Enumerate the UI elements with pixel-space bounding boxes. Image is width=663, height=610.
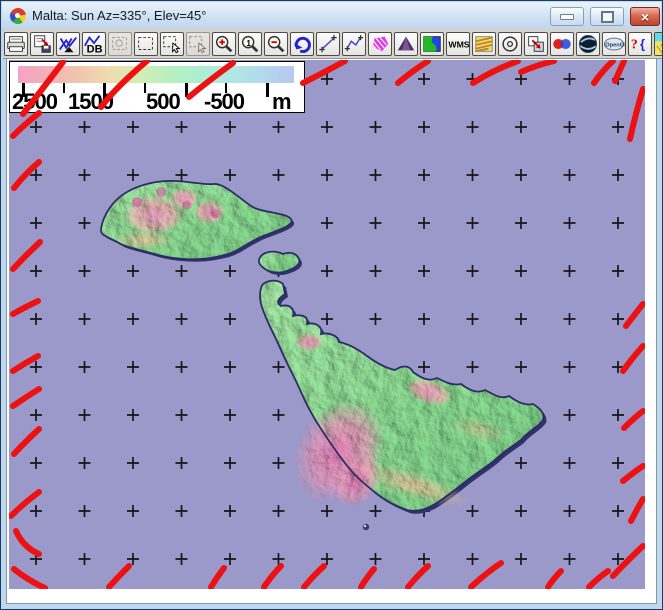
print-icon xyxy=(5,33,27,55)
svg-text:DB: DB xyxy=(87,43,103,55)
toolbar: DB1WMSOpenGL?{ xyxy=(3,29,662,59)
select-pointer-button[interactable] xyxy=(160,31,184,56)
anaglyph-3d-icon xyxy=(551,33,573,55)
load-terrain-icon xyxy=(57,33,79,55)
legend-label-1500: 1500 xyxy=(68,89,114,114)
filfla-island xyxy=(362,523,370,531)
select-box-button[interactable] xyxy=(134,31,158,56)
texture-overlay-button[interactable] xyxy=(472,31,496,56)
select-pointer-alt-button xyxy=(186,31,210,56)
color-relief-icon xyxy=(655,32,662,55)
zoom-in-button[interactable] xyxy=(212,31,236,56)
select-region-icon xyxy=(109,33,131,55)
svg-text:WMS: WMS xyxy=(448,39,469,49)
gps-target-button[interactable] xyxy=(498,31,522,56)
legend-tick xyxy=(63,83,65,93)
map-overlay-button[interactable] xyxy=(420,31,444,56)
opengl-button[interactable]: OpenGL xyxy=(602,31,626,56)
terrain-db-button[interactable]: DB xyxy=(82,31,106,56)
app-window: Malta: Sun Az=335°, Elev=45° × DB 1 WMS Ope… xyxy=(0,0,663,610)
google-earth-icon xyxy=(577,33,599,55)
terrain-db-icon: DB xyxy=(83,33,105,55)
legend-label-500: 500 xyxy=(146,89,181,114)
measure-line-icon xyxy=(317,33,339,55)
zoom-actual-button[interactable]: 1 xyxy=(238,31,262,56)
graticule-grid xyxy=(9,60,645,589)
select-box-icon xyxy=(135,33,157,55)
print-button[interactable] xyxy=(4,31,28,56)
save-button[interactable] xyxy=(30,31,54,56)
legend-unit: m xyxy=(272,89,292,114)
save-icon xyxy=(31,33,53,55)
area-polygon-button[interactable] xyxy=(368,31,392,56)
help-icon: ?{ xyxy=(629,33,651,55)
measure-path-icon xyxy=(343,33,365,55)
view-3d-icon xyxy=(395,33,417,55)
elevation-legend: 2500 1500 500 -500 m xyxy=(9,61,305,114)
legend-tick xyxy=(266,83,269,97)
wms-button[interactable]: WMS xyxy=(446,31,470,56)
svg-text:?: ? xyxy=(631,36,638,51)
copy-region-button[interactable] xyxy=(524,31,548,56)
close-icon: × xyxy=(640,8,650,25)
zoom-actual-icon: 1 xyxy=(239,33,261,55)
legend-tick xyxy=(185,83,188,97)
window-title: Malta: Sun Az=335°, Elev=45° xyxy=(32,8,207,23)
google-earth-button[interactable] xyxy=(576,31,600,56)
minimize-icon xyxy=(560,13,574,20)
redraw-button[interactable] xyxy=(290,31,314,56)
wms-icon: WMS xyxy=(447,33,469,55)
select-pointer-alt-icon xyxy=(187,33,209,55)
terrain-map[interactable] xyxy=(9,60,645,589)
help-button[interactable]: ?{ xyxy=(628,31,652,56)
view-3d-button[interactable] xyxy=(394,31,418,56)
legend-label-neg500: -500 xyxy=(204,89,245,114)
texture-overlay-icon xyxy=(473,33,495,55)
svg-text:1: 1 xyxy=(246,38,251,47)
select-pointer-icon xyxy=(161,33,183,55)
gps-target-icon xyxy=(499,33,521,55)
opengl-icon: OpenGL xyxy=(603,33,625,55)
restore-button[interactable] xyxy=(590,7,624,26)
measure-line-button[interactable] xyxy=(316,31,340,56)
svg-text:{: { xyxy=(640,36,645,51)
close-button[interactable]: × xyxy=(630,7,660,26)
zoom-in-icon xyxy=(213,33,235,55)
map-overlay-icon xyxy=(421,33,443,55)
app-icon xyxy=(10,7,26,24)
zoom-out-button[interactable] xyxy=(264,31,288,56)
svg-text:OpenGL: OpenGL xyxy=(605,42,625,48)
minimize-button[interactable] xyxy=(550,7,584,26)
map-view[interactable]: 2500 1500 500 -500 m xyxy=(9,60,645,589)
area-polygon-icon xyxy=(369,33,391,55)
legend-label-2500: 2500 xyxy=(12,89,58,114)
copy-region-icon xyxy=(525,33,547,55)
color-relief-button[interactable] xyxy=(654,31,662,56)
restore-icon xyxy=(600,10,614,23)
redraw-icon xyxy=(291,33,313,55)
zoom-out-icon xyxy=(265,33,287,55)
select-region-button xyxy=(108,31,132,56)
anaglyph-3d-button[interactable] xyxy=(550,31,574,56)
measure-path-button[interactable] xyxy=(342,31,366,56)
elevation-gradient-bar xyxy=(18,66,294,83)
load-terrain-button[interactable] xyxy=(56,31,80,56)
window-controls: × xyxy=(550,7,660,26)
